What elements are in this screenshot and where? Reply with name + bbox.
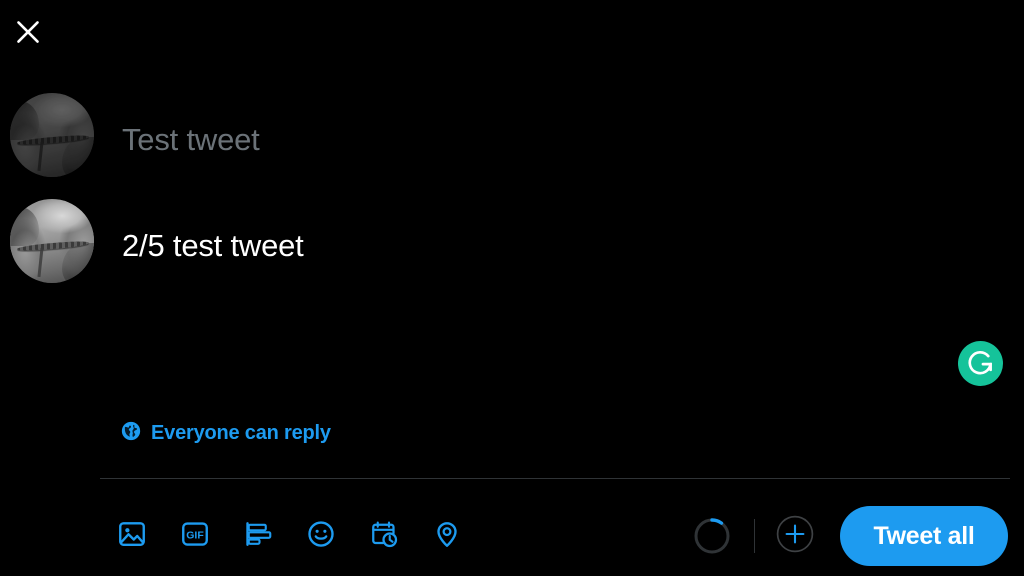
avatar: [10, 199, 94, 283]
grammarly-badge[interactable]: [958, 341, 1003, 386]
poll-icon: [243, 519, 273, 554]
schedule-button[interactable]: [365, 517, 403, 555]
toolbar-divider: [100, 478, 1010, 479]
compose-row[interactable]: Test tweet: [0, 93, 260, 177]
location-icon: [432, 519, 462, 554]
add-emoji-button[interactable]: [302, 517, 340, 555]
svg-text:GIF: GIF: [186, 529, 204, 541]
schedule-icon: [369, 519, 399, 554]
add-tweet-button[interactable]: [776, 515, 814, 558]
plus-icon: [776, 515, 814, 558]
character-counter: [692, 516, 732, 556]
close-button[interactable]: [10, 14, 46, 50]
avatar: [10, 93, 94, 177]
add-image-button[interactable]: [113, 517, 151, 555]
reply-setting-button[interactable]: Everyone can reply: [120, 420, 331, 447]
compose-screen: Test tweet 2/5 test tweet Everyone can r…: [0, 0, 1024, 576]
tweet-all-label: Tweet all: [873, 521, 975, 550]
media-actions: GIF: [113, 500, 466, 572]
tweet-all-button[interactable]: Tweet all: [840, 506, 1008, 566]
emoji-icon: [306, 519, 336, 554]
tweet-text-placeholder[interactable]: Test tweet: [122, 93, 260, 157]
add-location-button[interactable]: [428, 517, 466, 555]
compose-actions: Tweet all: [692, 500, 1008, 572]
add-poll-button[interactable]: [239, 517, 277, 555]
close-icon: [15, 19, 41, 45]
add-gif-button[interactable]: GIF: [176, 517, 214, 555]
compose-toolbar: GIF Tweet all: [0, 500, 1024, 572]
compose-row[interactable]: 2/5 test tweet: [0, 199, 304, 283]
image-icon: [117, 519, 147, 554]
gif-icon: GIF: [180, 519, 210, 554]
toolbar-separator: [754, 519, 755, 553]
reply-setting-label: Everyone can reply: [151, 422, 331, 444]
tweet-text-input[interactable]: 2/5 test tweet: [122, 199, 304, 263]
globe-icon: [120, 420, 142, 447]
